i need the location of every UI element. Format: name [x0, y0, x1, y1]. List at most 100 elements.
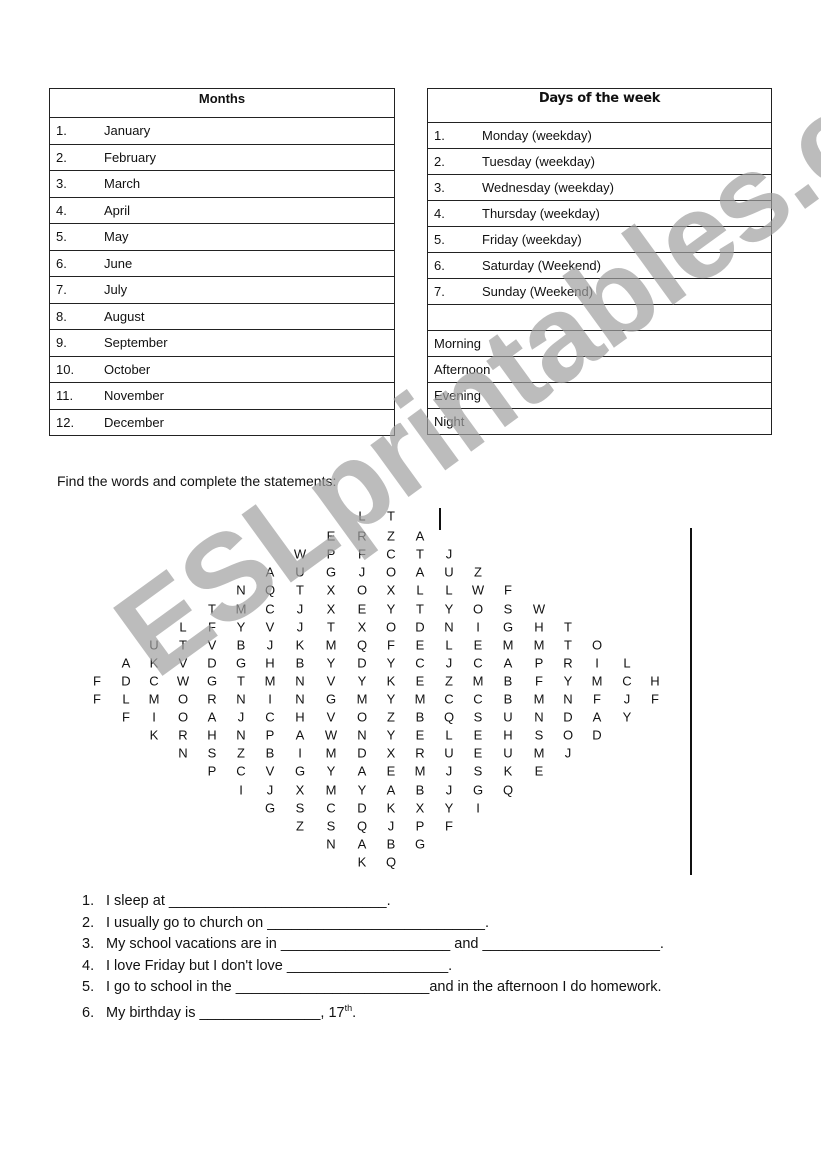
grid-letter: S	[326, 818, 336, 834]
grid-letter: K	[503, 763, 513, 779]
ordinal-superscript: th	[344, 1003, 353, 1014]
grid-letter: T	[296, 582, 304, 598]
grid-letter: J	[387, 818, 395, 834]
grid-letter: F	[387, 637, 395, 653]
grid-letter: D	[415, 619, 425, 635]
grid-letter: N	[236, 691, 246, 707]
grid-letter: E	[326, 528, 336, 544]
grid-letter: K	[149, 727, 159, 743]
grid-letter: M	[414, 763, 426, 779]
statement-text: I love Friday but I don't love _________…	[106, 957, 453, 974]
grid-letter: I	[476, 800, 480, 816]
grid-letter: J	[564, 745, 572, 761]
grid-letter: I	[595, 655, 599, 671]
grid-letter: Q	[385, 854, 397, 870]
grid-letter: B	[386, 836, 396, 852]
grid-letter: E	[473, 637, 483, 653]
grid-letter: I	[476, 619, 480, 635]
grid-letter: J	[623, 691, 631, 707]
statement-text: My school vacations are in _____________…	[106, 936, 664, 952]
statement-item: 3. My school vacations are in ___________…	[82, 934, 664, 956]
grid-letter: E	[534, 763, 544, 779]
grid-letter: G	[325, 564, 337, 580]
grid-letter: Y	[386, 691, 396, 707]
grid-letter: U	[149, 637, 159, 653]
grid-letter: X	[295, 782, 305, 797]
grid-letter: F	[651, 691, 659, 707]
grid-letter: A	[295, 727, 305, 743]
grid-letter: E	[473, 745, 483, 761]
grid-letter: A	[592, 709, 602, 725]
grid-letter: Z	[387, 709, 395, 725]
grid-letter: M	[414, 691, 426, 707]
grid-letter: J	[296, 619, 304, 635]
statement-number: 5.	[82, 979, 95, 995]
grid-letter: N	[295, 673, 305, 689]
grid-letter: F	[93, 691, 101, 707]
grid-letter: L	[358, 508, 366, 524]
grid-letter: N	[357, 727, 367, 743]
grid-letter: O	[562, 727, 574, 743]
statement-number: 1.	[82, 893, 95, 909]
grid-letter: B	[265, 745, 275, 761]
grid-letter: E	[473, 727, 483, 743]
grid-letter: H	[295, 709, 305, 725]
grid-letter: G	[414, 836, 426, 852]
grid-letter: Y	[236, 619, 246, 635]
grid-letter: M	[325, 637, 337, 653]
grid-letter: T	[179, 637, 187, 653]
grid-letter: L	[179, 619, 187, 635]
grid-letter: M	[533, 691, 545, 707]
grid-letter: C	[326, 800, 336, 816]
grid-letter: W	[471, 582, 485, 598]
grid-letter: U	[503, 745, 513, 761]
grid-letter: Y	[386, 727, 396, 743]
grid-letter: J	[445, 655, 453, 671]
grid-letter: C	[265, 601, 275, 616]
grid-letter: C	[622, 673, 632, 689]
grid-letter: Y	[326, 763, 336, 779]
grid-letter: Z	[387, 528, 395, 544]
grid-letter: H	[207, 727, 217, 743]
grid-letter: T	[387, 508, 395, 524]
grid-letter: S	[534, 727, 544, 743]
grid-letter: R	[178, 727, 188, 743]
grid-letter: G	[206, 673, 218, 689]
grid-letter: L	[122, 691, 130, 707]
grid-letter: E	[357, 601, 367, 616]
grid-letter: I	[239, 782, 243, 797]
grid-letter: N	[295, 691, 305, 707]
grid-letter: X	[415, 800, 425, 816]
grid-letter: C	[236, 763, 246, 779]
grid-letter: M	[264, 673, 276, 689]
grid-letter: K	[295, 637, 305, 653]
grid-letter: T	[564, 637, 572, 653]
grid-letter: Y	[622, 709, 632, 725]
statement-item: 6. My birthday is _______________, 17th.	[82, 999, 664, 1025]
grid-letter: N	[178, 745, 188, 761]
grid-letter: S	[473, 709, 483, 725]
grid-letter: Z	[237, 745, 245, 761]
grid-letter: A	[503, 655, 513, 671]
grid-letter: P	[326, 546, 336, 562]
grid-letter: U	[444, 564, 454, 580]
grid-letter: C	[149, 673, 159, 689]
statements-list: 1. I sleep at ___________________________…	[82, 891, 664, 1025]
grid-letter: K	[149, 655, 159, 671]
grid-letter: H	[650, 673, 660, 689]
statement-item: 1. I sleep at ___________________________…	[82, 891, 664, 913]
grid-letter: I	[152, 709, 156, 725]
statement-number: 3.	[82, 936, 95, 952]
statement-item: 4. I love Friday but I don't love _______…	[82, 956, 664, 978]
grid-letter: V	[178, 655, 188, 671]
grid-letter: H	[503, 727, 513, 743]
grid-letter: J	[266, 637, 274, 653]
grid-letter: G	[294, 763, 306, 779]
grid-letter: S	[473, 763, 483, 779]
grid-letter: P	[415, 818, 425, 834]
grid-letter: G	[502, 619, 514, 635]
grid-letter: N	[563, 691, 573, 707]
statement-text: I go to school in the __________________…	[106, 979, 662, 995]
grid-letter: W	[176, 673, 190, 689]
grid-letter: Q	[356, 637, 368, 653]
